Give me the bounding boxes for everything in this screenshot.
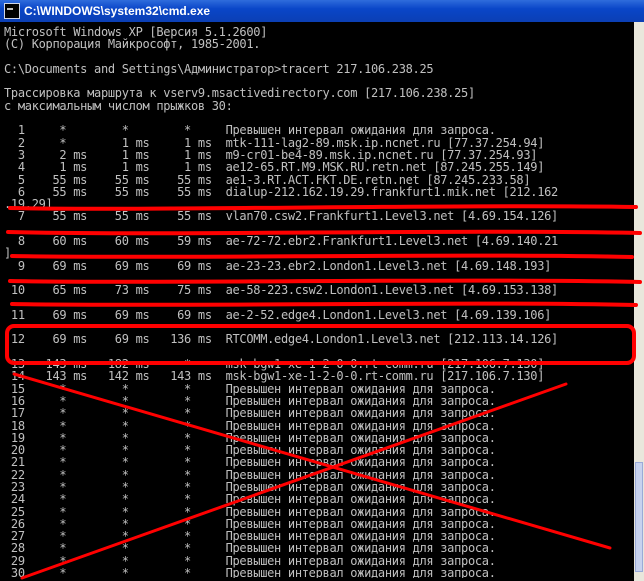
console-line: Трассировка маршрута к vserv9.msactivedi… — [4, 86, 475, 101]
console-line: 17 * * * Превышен интервал ожидания для … — [4, 406, 496, 421]
scrollbar-thumb[interactable] — [635, 462, 643, 572]
console-line: C:\Documents and Settings\Администратор>… — [4, 61, 434, 76]
console-line: 24 * * * Превышен интервал ожидания для … — [4, 492, 496, 507]
console-line: 14 143 ms 142 ms 143 ms msk-bgw1-xe-1-2-… — [4, 369, 545, 384]
console-line: 12 69 ms 69 ms 136 ms RTCOMM.edge4.Londo… — [4, 332, 558, 347]
console-line: 21 * * * Превышен интервал ожидания для … — [4, 455, 496, 470]
console-line: 6 55 ms 55 ms 55 ms dialup-212.162.19.29… — [4, 184, 558, 199]
window-title: C:\WINDOWS\system32\cmd.exe — [24, 4, 211, 18]
console-line: 8 60 ms 60 ms 59 ms ae-72-72.ebr2.Frankf… — [4, 234, 558, 249]
console-line: 7 55 ms 55 ms 55 ms vlan70.csw2.Frankfur… — [4, 209, 558, 224]
console-line: с максимальным числом прыжков 30: — [4, 98, 233, 113]
console-line: 11 69 ms 69 ms 69 ms ae-2-52.edge4.Londo… — [4, 307, 552, 322]
vertical-scrollbar[interactable] — [634, 22, 644, 581]
console-line: 18 * * * Превышен интервал ожидания для … — [4, 418, 496, 433]
cmd-icon[interactable] — [4, 3, 20, 19]
console-line: 28 * * * Превышен интервал ожидания для … — [4, 541, 496, 556]
console-line: 5 55 ms 55 ms 55 ms ae1-3.RT.ACT.FKT.DE.… — [4, 172, 531, 187]
console-line: 30 * * * Превышен интервал ожидания для … — [4, 566, 496, 578]
console-line: 4 1 ms 1 ms 1 ms ae12-65.RT.M9.MSK.RU.re… — [4, 160, 545, 175]
console-line: 10 65 ms 73 ms 75 ms ae-58-223.csw2.Lond… — [4, 283, 558, 298]
console-line: (С) Корпорация Майкрософт, 1985-2001. — [4, 37, 261, 52]
console-output[interactable]: Microsoft Windows XP [Версия 5.1.2600] (С… — [4, 26, 632, 578]
console-line: 9 69 ms 69 ms 69 ms ae-23-23.ebr2.London… — [4, 258, 552, 273]
title-bar[interactable]: C:\WINDOWS\system32\cmd.exe — [0, 0, 644, 22]
console-line: ] — [4, 246, 11, 261]
console-line: 1 * * * Превышен интервал ожидания для з… — [4, 123, 496, 138]
